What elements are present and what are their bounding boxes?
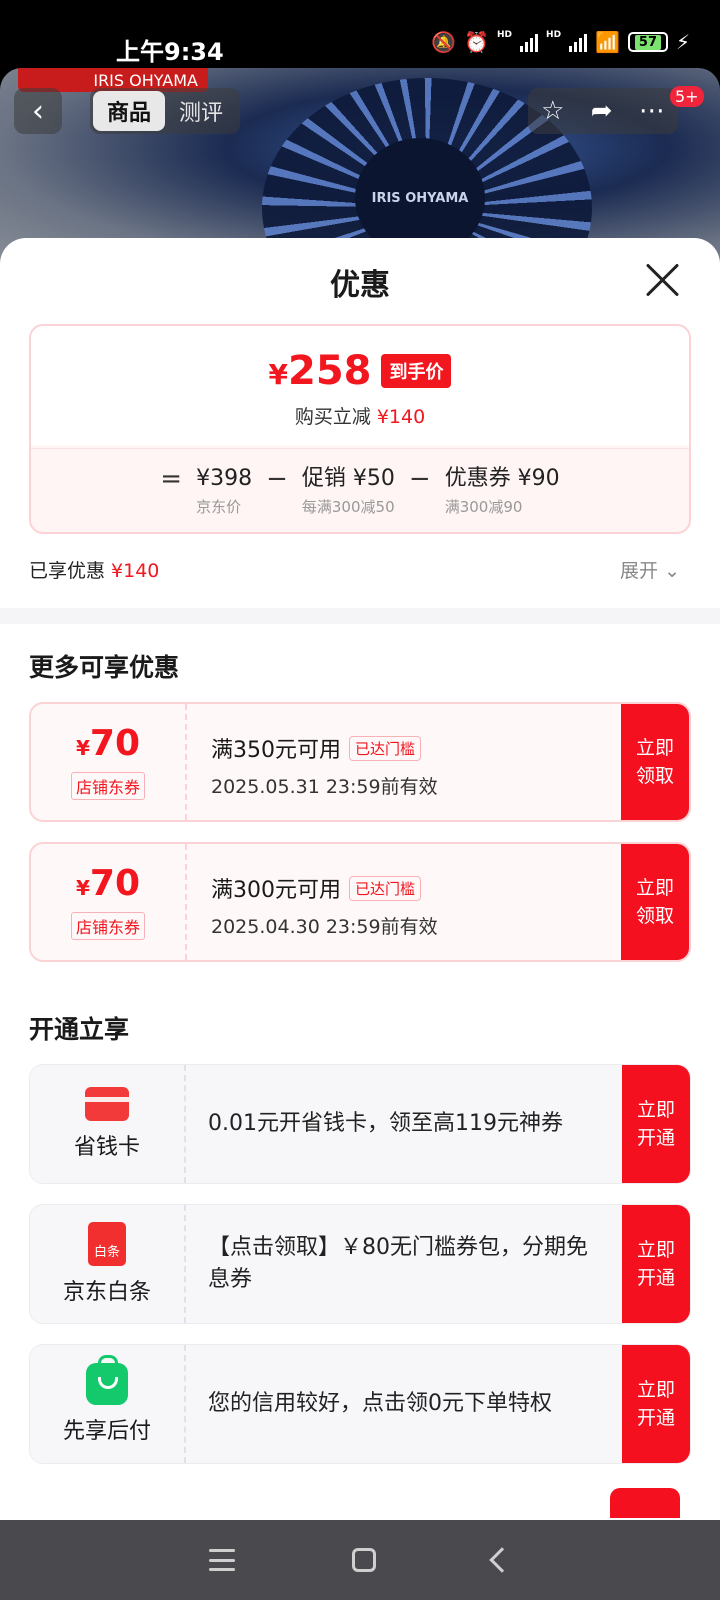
- coupon-amount: ¥70 店铺东券: [31, 704, 187, 820]
- formula-term-jd-price: ¥398 京东价: [196, 466, 253, 516]
- system-nav-bar: [0, 1520, 720, 1600]
- formula-term-coupon: 优惠券 ¥90 满300减90: [444, 466, 560, 516]
- top-actions: ☆ ➦ ⋯: [528, 88, 678, 134]
- coupon-type-tag: 店铺东券: [70, 912, 145, 940]
- coupon-info: 满350元可用 已达门槛 2025.05.31 23:59前有效: [211, 732, 438, 799]
- coupon-validity: 2025.05.31 23:59前有效: [211, 776, 438, 798]
- battery-icon: 57: [627, 32, 668, 52]
- activate-button[interactable]: 立即 开通: [622, 1345, 690, 1463]
- more-icon[interactable]: ⋯: [639, 96, 665, 126]
- threshold-reached-badge: 已达门槛: [349, 875, 422, 901]
- price-summary-card: ¥258 到手价 购买立减 ¥140 = ¥398 京东价 − 促销 ¥50 每满…: [29, 324, 691, 534]
- chevron-down-icon: ⌄: [664, 560, 680, 582]
- minus-sign: −: [266, 464, 288, 494]
- coupon-type-tag: 店铺东券: [70, 772, 145, 800]
- sheet-title: 优惠: [330, 268, 390, 303]
- activate-button[interactable]: 立即 开通: [622, 1065, 690, 1183]
- status-time: 上午9:34: [116, 38, 224, 66]
- equals-sign: =: [160, 464, 183, 494]
- coupon-card: ¥70 店铺东券 满350元可用 已达门槛 2025.05.31 23:59前有效…: [29, 702, 691, 822]
- alarm-icon: ⏰: [464, 30, 490, 54]
- tab-product[interactable]: 商品: [93, 91, 166, 131]
- card-icon: [85, 1087, 129, 1121]
- tab-review[interactable]: 测评: [165, 91, 237, 131]
- next-card-peek: [610, 1488, 680, 1518]
- final-price-row: ¥258 到手价: [31, 348, 689, 394]
- benefit-name: 省钱卡: [73, 1135, 140, 1160]
- baitiao-icon: 白条: [88, 1222, 126, 1266]
- signal-icon: [520, 32, 539, 52]
- coupon-card: ¥70 店铺东券 满300元可用 已达门槛 2025.04.30 23:59前有效…: [29, 842, 691, 962]
- coupon-info: 满300元可用 已达门槛 2025.04.30 23:59前有效: [211, 872, 438, 939]
- benefit-card-baitiao: 白条 京东白条 【点击领取】￥80无门槛券包，分期免息券 立即 开通: [29, 1204, 691, 1324]
- benefit-name: 京东白条: [62, 1280, 151, 1305]
- benefit-desc: 0.01元开省钱卡，领至高119元神券: [208, 1111, 563, 1136]
- reduce-label: 购买立减: [294, 406, 371, 428]
- enjoyed-discount: 已享优惠 ¥140: [29, 560, 160, 582]
- benefit-desc: 您的信用较好，点击领0元下单特权: [208, 1391, 552, 1416]
- claim-coupon-button[interactable]: 立即 领取: [621, 844, 689, 960]
- mute-bell-icon: 🔕: [431, 30, 457, 54]
- formula-term-promo: 促销 ¥50 每满300减50: [301, 466, 395, 516]
- threshold-reached-badge: 已达门槛: [349, 735, 422, 761]
- reduce-row: 购买立减 ¥140: [31, 402, 689, 429]
- benefit-name: 先享后付: [62, 1419, 151, 1444]
- home-icon[interactable]: [351, 1548, 376, 1572]
- reduce-value: ¥140: [376, 406, 426, 428]
- coupon-amount: ¥70 店铺东券: [31, 844, 187, 960]
- price-formula: = ¥398 京东价 − 促销 ¥50 每满300减50 − 优惠券 ¥90 满…: [31, 464, 689, 517]
- product-tabs: 商品 测评: [90, 88, 241, 134]
- shopping-bag-icon: [86, 1355, 128, 1405]
- coupon-validity: 2025.04.30 23:59前有效: [211, 916, 438, 938]
- wifi-icon: 📶: [595, 30, 620, 54]
- expand-button[interactable]: 展开 ⌄: [620, 556, 680, 583]
- claim-coupon-button[interactable]: 立即 领取: [621, 704, 689, 820]
- status-icons: 🔕 ⏰ HD HD 📶 57 ⚡: [431, 30, 690, 54]
- menu-icon[interactable]: [208, 1549, 235, 1571]
- hd-label: HD: [497, 30, 513, 40]
- share-icon[interactable]: ➦: [591, 96, 613, 126]
- close-button[interactable]: [642, 260, 682, 300]
- charging-icon: ⚡: [675, 30, 690, 54]
- signal-icon-2: [569, 32, 588, 52]
- final-price-tag: 到手价: [381, 354, 452, 388]
- favorite-star-icon[interactable]: ☆: [541, 96, 564, 126]
- section-gap: [0, 608, 720, 624]
- benefit-card-saving-card: 省钱卡 0.01元开省钱卡，领至高119元神券 立即 开通: [29, 1064, 691, 1184]
- benefit-desc: 【点击领取】￥80无门槛券包，分期免息券: [208, 1235, 588, 1292]
- divider: [31, 448, 689, 449]
- hd-label-2: HD: [546, 30, 562, 40]
- more-discounts-title: 更多可享优惠: [29, 653, 180, 682]
- back-icon[interactable]: [489, 1547, 516, 1573]
- final-price: ¥258: [268, 348, 372, 394]
- minus-sign-2: −: [408, 464, 431, 494]
- open-benefits-title: 开通立享: [29, 1015, 130, 1044]
- back-button[interactable]: ‹: [14, 88, 62, 134]
- activate-button[interactable]: 立即 开通: [622, 1205, 690, 1323]
- discount-sheet: 优惠 ¥258 到手价 购买立减 ¥140 = ¥398 京东价 − 促销 ¥50…: [0, 238, 720, 1520]
- benefit-card-pay-later: 先享后付 您的信用较好，点击领0元下单特权 立即 开通: [29, 1344, 691, 1464]
- message-badge: 5+: [670, 86, 704, 107]
- chevron-left-icon: ‹: [32, 93, 44, 129]
